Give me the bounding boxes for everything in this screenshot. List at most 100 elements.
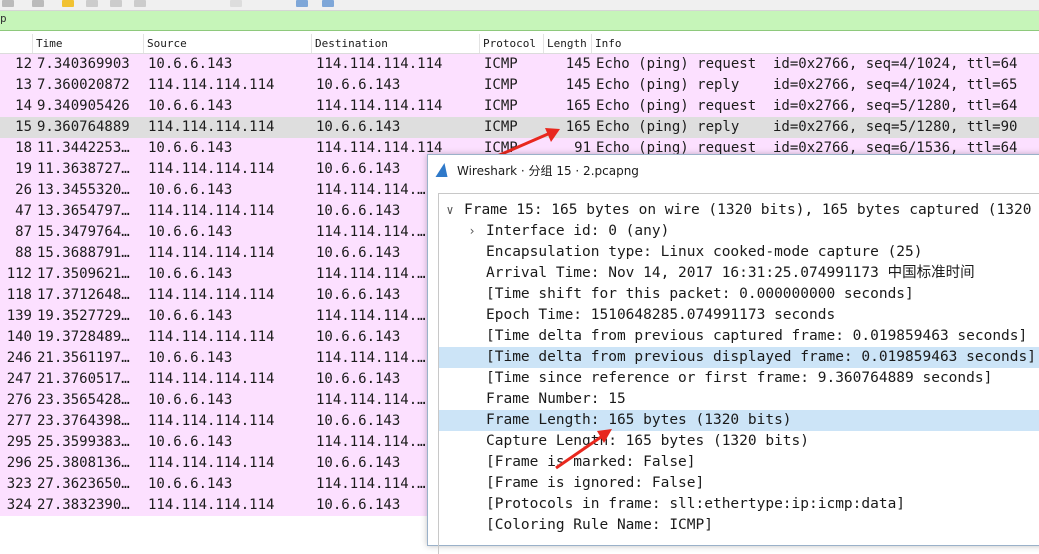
packet-time: 7.340369903: [37, 56, 130, 72]
packet-source: 10.6.6.143: [148, 182, 233, 198]
packet-destination: 10.6.6.143: [316, 77, 401, 93]
packet-number: 47: [15, 203, 32, 219]
detail-tree-text: Frame 15: 165 bytes on wire (1320 bits),…: [464, 202, 1032, 218]
detail-tree-text: Frame Number: 15: [486, 391, 626, 407]
packet-length: 145: [565, 77, 591, 93]
detail-tree-item[interactable]: Epoch Time: 1510648285.074991173 seconds: [439, 305, 1039, 326]
column-header-time[interactable]: Time: [33, 34, 144, 53]
packet-destination: 10.6.6.143: [316, 119, 401, 135]
packet-number: 15: [15, 119, 32, 135]
column-header-length[interactable]: Length: [544, 34, 592, 53]
packet-source: 10.6.6.143: [148, 350, 233, 366]
packet-number: 14: [15, 98, 32, 114]
toolbar-icon[interactable]: [230, 0, 242, 7]
packet-source: 10.6.6.143: [148, 434, 233, 450]
packet-source: 114.114.114.114: [148, 161, 275, 177]
toolbar-icon[interactable]: [86, 0, 98, 7]
packet-source: 114.114.114.114: [148, 329, 275, 345]
column-header-protocol[interactable]: Protocol: [480, 34, 544, 53]
packet-number: 247: [6, 371, 32, 387]
detail-tree-text: [Protocols in frame: sll:ethertype:ip:ic…: [486, 496, 906, 512]
toolbar-icon[interactable]: [296, 0, 308, 7]
packet-number: 295: [6, 434, 32, 450]
packet-time: 9.360764889: [37, 119, 130, 135]
detail-tree-item[interactable]: [Time delta from previous displayed fram…: [439, 347, 1039, 368]
detail-tree-item[interactable]: › Interface id: 0 (any): [439, 221, 1039, 242]
display-filter-bar[interactable]: p: [0, 11, 1039, 31]
packet-source: 114.114.114.114: [148, 497, 275, 513]
packet-source: 114.114.114.114: [148, 77, 275, 93]
packet-time: 27.3623650…: [37, 476, 130, 492]
column-header-source[interactable]: Source: [144, 34, 312, 53]
packet-number: 296: [6, 455, 32, 471]
detail-tree-item[interactable]: Capture Length: 165 bytes (1320 bits): [439, 431, 1039, 452]
packet-details-dialog: Wireshark · 分组 15 · 2.pcapng ∨ Frame 15: …: [427, 154, 1039, 554]
packet-time: 27.3832390…: [37, 497, 130, 513]
column-header-destination[interactable]: Destination: [312, 34, 480, 53]
detail-tree-text: [Time shift for this packet: 0.000000000…: [486, 286, 914, 302]
packet-number: 323: [6, 476, 32, 492]
packet-source: 10.6.6.143: [148, 392, 233, 408]
detail-tree-item[interactable]: [Protocols in frame: sll:ethertype:ip:ic…: [439, 494, 1039, 515]
packet-row[interactable]: 14 9.340905426 10.6.6.143 114.114.114.114 IC…: [0, 96, 1039, 117]
packet-info: Echo (ping) request id=0x2766, seq=4/102…: [596, 56, 1018, 72]
column-header-info[interactable]: Info: [592, 34, 1039, 53]
packet-row[interactable]: 12 7.340369903 10.6.6.143 114.114.114.114 IC…: [0, 54, 1039, 75]
packet-row[interactable]: 13 7.360020872 114.114.114.114 10.6.6.143 IC…: [0, 75, 1039, 96]
detail-tree-text: Capture Length: 165 bytes (1320 bits): [486, 433, 810, 449]
toolbar-icon[interactable]: [32, 0, 44, 7]
packet-time: 9.340905426: [37, 98, 130, 114]
column-header-no[interactable]: [0, 34, 33, 53]
packet-time: 13.3654797…: [37, 203, 130, 219]
detail-tree-item[interactable]: Encapsulation type: Linux cooked-mode ca…: [439, 242, 1039, 263]
packet-source: 10.6.6.143: [148, 98, 233, 114]
packet-source: 114.114.114.114: [148, 455, 275, 471]
detail-tree-text: [Time delta from previous captured frame…: [486, 328, 1028, 344]
packet-number: 19: [15, 161, 32, 177]
toolbar-icon[interactable]: [134, 0, 146, 7]
packet-number: 26: [15, 182, 32, 198]
detail-tree-text: Frame Length: 165 bytes (1320 bits): [486, 412, 792, 428]
toolbar-icon[interactable]: [2, 0, 14, 7]
packet-time: 17.3712648…: [37, 287, 130, 303]
packet-time: 25.3808136…: [37, 455, 130, 471]
packet-number: 246: [6, 350, 32, 366]
packet-number: 118: [6, 287, 32, 303]
packet-number: 324: [6, 497, 32, 513]
packet-number: 13: [15, 77, 32, 93]
packet-number: 18: [15, 140, 32, 156]
detail-tree-item[interactable]: [Frame is marked: False]: [439, 452, 1039, 473]
packet-source: 10.6.6.143: [148, 476, 233, 492]
detail-tree-item[interactable]: [Time shift for this packet: 0.000000000…: [439, 284, 1039, 305]
detail-tree-text: [Time since reference or first frame: 9.…: [486, 370, 993, 386]
toolbar-icon[interactable]: [62, 0, 74, 7]
detail-tree-item[interactable]: [Coloring Rule Name: ICMP]: [439, 515, 1039, 536]
packet-list-header: Time Source Destination Protocol Length …: [0, 34, 1039, 54]
packet-length: 165: [565, 98, 591, 114]
toolbar-icon[interactable]: [322, 0, 334, 7]
packet-detail-tree: ∨ Frame 15: 165 bytes on wire (1320 bits)…: [438, 193, 1039, 554]
detail-tree-item[interactable]: Frame Length: 165 bytes (1320 bits): [439, 410, 1039, 431]
detail-tree-item[interactable]: ∨ Frame 15: 165 bytes on wire (1320 bits)…: [439, 200, 1039, 221]
packet-source: 114.114.114.114: [148, 245, 275, 261]
packet-time: 15.3479764…: [37, 224, 130, 240]
detail-tree-item[interactable]: Arrival Time: Nov 14, 2017 16:31:25.0749…: [439, 263, 1039, 284]
expand-chevron-icon[interactable]: ›: [465, 221, 479, 242]
collapse-chevron-icon[interactable]: ∨: [443, 200, 457, 221]
toolbar-icon[interactable]: [110, 0, 122, 7]
packet-row[interactable]: 15 9.360764889 114.114.114.114 10.6.6.143 IC…: [0, 117, 1039, 138]
detail-tree-text: [Coloring Rule Name: ICMP]: [486, 517, 713, 533]
detail-tree-item[interactable]: Frame Number: 15: [439, 389, 1039, 410]
packet-time: 21.3561197…: [37, 350, 130, 366]
main-toolbar: [0, 0, 1039, 11]
detail-tree-item[interactable]: [Time since reference or first frame: 9.…: [439, 368, 1039, 389]
detail-tree-text: Arrival Time: Nov 14, 2017 16:31:25.0749…: [486, 265, 975, 281]
packet-info: Echo (ping) request id=0x2766, seq=5/128…: [596, 98, 1018, 114]
detail-tree-text: Interface id: 0 (any): [486, 223, 670, 239]
detail-tree-item[interactable]: [Frame is ignored: False]: [439, 473, 1039, 494]
packet-source: 114.114.114.114: [148, 119, 275, 135]
wireshark-fin-icon: [435, 163, 451, 177]
detail-tree-item[interactable]: [Time delta from previous captured frame…: [439, 326, 1039, 347]
packet-time: 13.3455320…: [37, 182, 130, 198]
packet-time: 21.3760517…: [37, 371, 130, 387]
